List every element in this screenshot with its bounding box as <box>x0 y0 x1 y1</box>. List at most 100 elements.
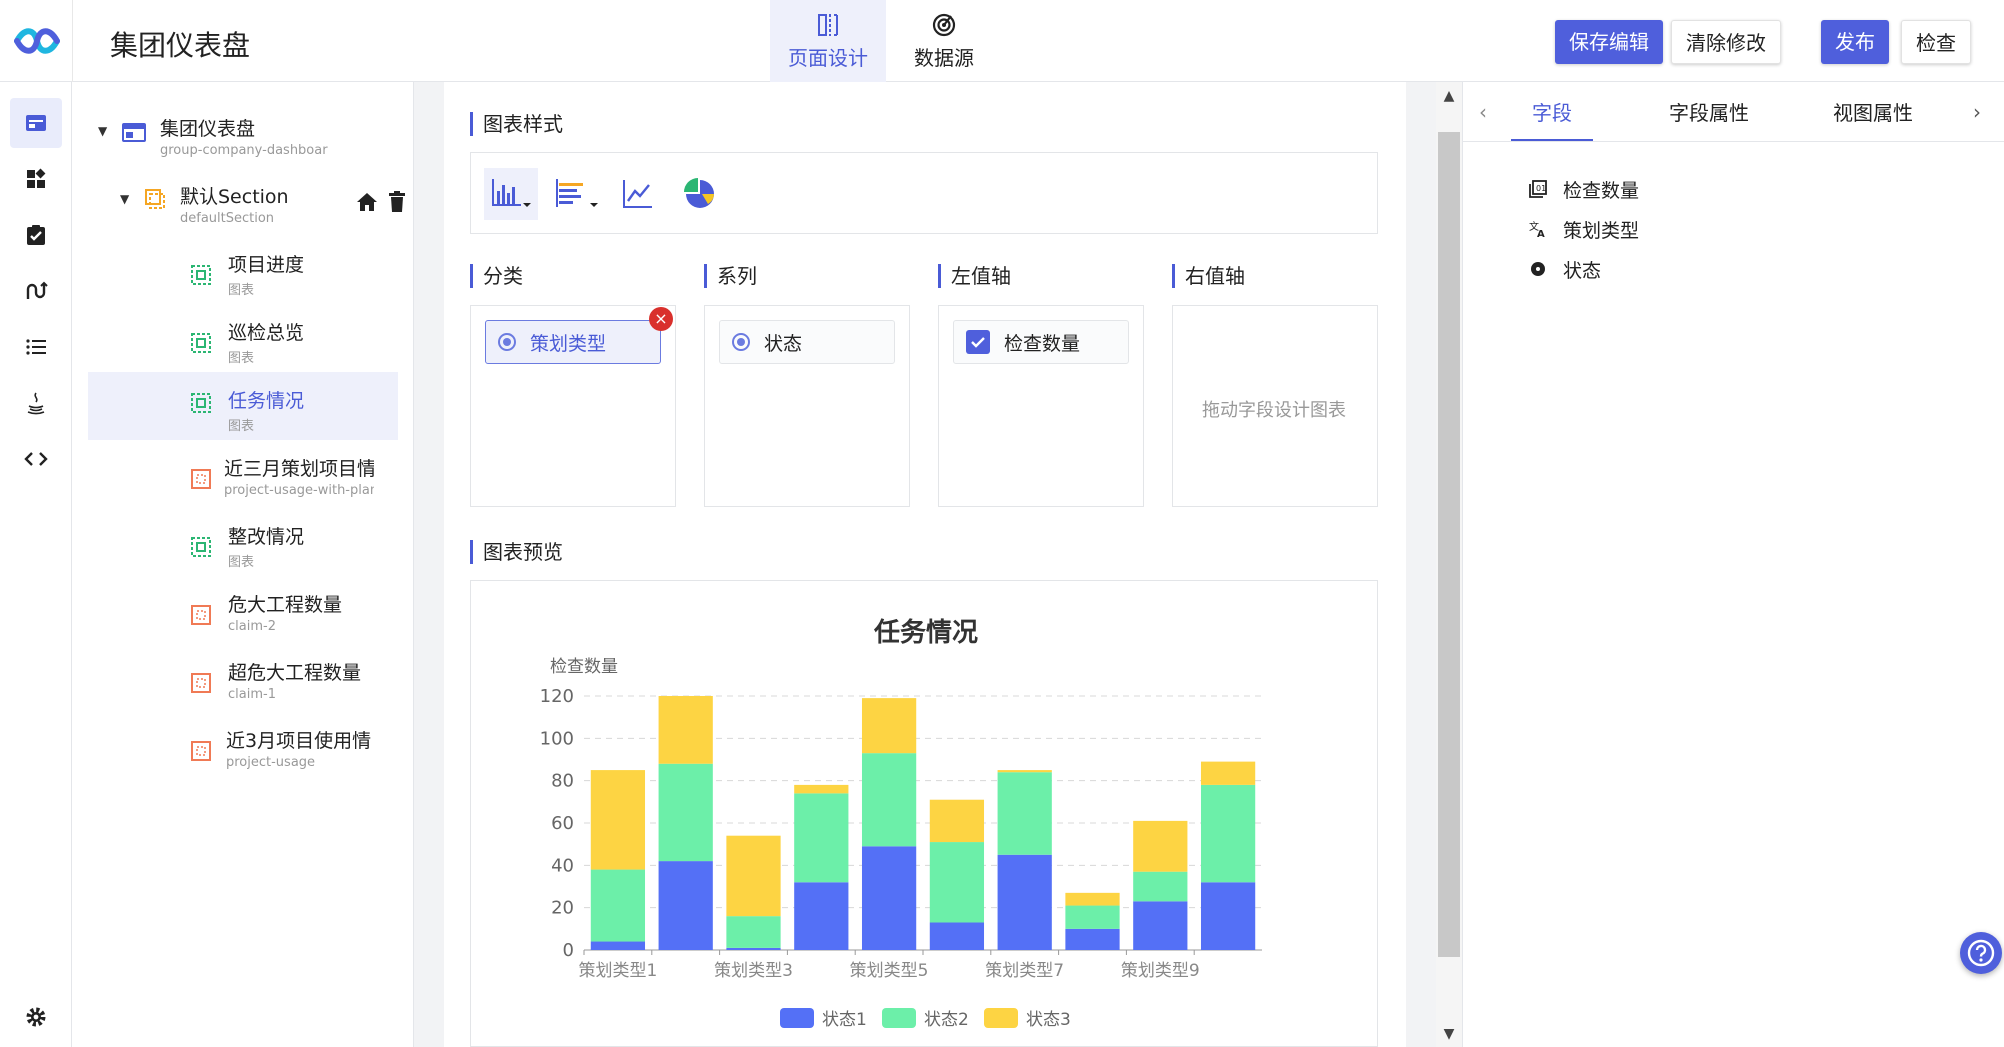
tabs-divider <box>1463 141 2004 142</box>
expand-caret-icon[interactable]: ▼ <box>98 124 107 138</box>
legend-swatch <box>984 1008 1018 1028</box>
chart-style-title: 图表样式 <box>470 112 563 136</box>
tab-field-props[interactable]: 字段属性 <box>1649 82 1769 142</box>
checkbox-checked-icon[interactable] <box>966 330 990 354</box>
y-tick-label: 100 <box>540 728 574 749</box>
horizontal-bar-chart-type-button[interactable] <box>550 168 604 220</box>
category-field-chip[interactable]: 策划类型 <box>485 320 661 364</box>
field-item-plan-type[interactable]: 文A 策划类型 <box>1527 214 1639 244</box>
rail-widgets[interactable] <box>10 154 62 204</box>
y-tick-label: 0 <box>563 940 574 961</box>
legend-label: 状态2 <box>924 1010 969 1030</box>
y-tick-label: 120 <box>540 686 574 707</box>
legend-swatch <box>780 1008 814 1028</box>
tree-item-project-progress[interactable]: 项目进度 图表 <box>72 250 412 304</box>
delete-icon[interactable] <box>388 191 406 213</box>
tree-item-task-status[interactable]: 任务情况 图表 <box>88 372 398 440</box>
tree-item-project-usage[interactable]: 近3月项目使用情 project-usage <box>72 726 412 780</box>
legend-label: 状态1 <box>822 1010 867 1030</box>
tree-item-label: 整改情况 <box>228 526 305 548</box>
bar-segment <box>1065 928 1120 950</box>
tab-page-design-label: 页面设计 <box>788 46 868 70</box>
dashboard-page-icon <box>122 123 146 142</box>
left-icon-rail <box>0 82 72 1047</box>
bar-segment <box>794 784 849 794</box>
bar-segment <box>1065 905 1120 929</box>
radio-icon <box>732 333 750 351</box>
x-tick-label: 策划类型3 <box>714 961 793 981</box>
pie-chart-type-button[interactable] <box>678 168 722 220</box>
tab-data-source[interactable]: 数据源 <box>886 0 1002 82</box>
app-logo-icon[interactable] <box>14 24 60 58</box>
chart-type-box <box>470 152 1378 234</box>
tab-view-props[interactable]: 视图属性 <box>1813 82 1933 142</box>
status-dot-icon <box>1531 262 1545 276</box>
rail-code[interactable] <box>10 434 62 484</box>
translate-field-icon: 文A <box>1529 220 1545 238</box>
right-gutter <box>1406 82 1438 1047</box>
home-icon[interactable] <box>356 192 378 212</box>
tab-fields[interactable]: 字段 <box>1511 82 1593 142</box>
remove-field-icon[interactable]: × <box>649 307 673 331</box>
table-widget-icon <box>191 469 211 489</box>
save-edit-button[interactable]: 保存编辑 <box>1555 20 1663 64</box>
tree-item-rectification[interactable]: 整改情况 图表 <box>72 522 412 576</box>
bar-segment <box>1133 871 1188 902</box>
tabs-prev-icon[interactable]: ‹ <box>1479 100 1487 124</box>
tree-root-sub: group-company-dashboar <box>160 143 328 158</box>
svg-text:01: 01 <box>1536 184 1546 193</box>
y-tick-label: 60 <box>551 813 574 834</box>
bar-segment <box>794 793 849 883</box>
legend-swatch <box>882 1008 916 1028</box>
bar-segment <box>1133 901 1188 950</box>
rail-list[interactable] <box>10 322 62 372</box>
tab-page-design[interactable]: 页面设计 <box>770 0 886 82</box>
bar-segment <box>929 799 985 843</box>
rail-settings[interactable] <box>10 992 62 1042</box>
tree-item-sub: 图表 <box>228 555 255 570</box>
y-tick-label: 20 <box>551 898 574 919</box>
rail-dashboard[interactable] <box>10 98 62 148</box>
bar-chart-type-button[interactable] <box>484 168 538 220</box>
field-item-status[interactable]: 状态 <box>1527 254 1601 284</box>
publish-button[interactable]: 发布 <box>1821 20 1889 64</box>
tree-item-super-dangerous-works[interactable]: 超危大工程数量 claim-1 <box>72 658 412 712</box>
series-field-chip[interactable]: 状态 <box>719 320 895 364</box>
tree-item-patrol-overview[interactable]: 巡检总览 图表 <box>72 318 412 372</box>
tabs-next-icon[interactable]: › <box>1973 100 1981 124</box>
rail-java[interactable] <box>10 378 62 428</box>
bar-chart-icon <box>492 179 531 207</box>
line-chart-type-button[interactable] <box>616 168 660 220</box>
scroll-up-icon[interactable]: ▲ <box>1436 84 1462 108</box>
stacked-bar-chart: 0 20 40 60 80 100 120 策划类型1 策划类型3 策划类型5 策划类型7 策划类型9… <box>540 686 1262 1030</box>
tree-item-dangerous-works[interactable]: 危大工程数量 claim-2 <box>72 590 412 644</box>
x-tick-label: 策划类型7 <box>985 961 1064 981</box>
top-header: 集团仪表盘 页面设计 数据源 保存编辑 清除修改 发布 检查 <box>0 0 2004 82</box>
bar-segment <box>658 696 713 764</box>
left-axis-field-chip[interactable]: 检查数量 <box>953 320 1129 364</box>
tree-item-sub: 图表 <box>228 283 255 298</box>
rail-flow[interactable] <box>10 266 62 316</box>
table-widget-icon <box>191 673 211 693</box>
bar-segment <box>590 941 646 950</box>
help-button[interactable] <box>1960 932 2002 974</box>
bar-segment <box>997 770 1052 773</box>
bar-segment <box>1200 882 1256 950</box>
field-item-check-count[interactable]: 01 检查数量 <box>1527 174 1639 204</box>
clear-changes-button[interactable]: 清除修改 <box>1671 20 1781 64</box>
scrollbar-thumb[interactable] <box>1438 132 1460 957</box>
tree-item-plan-usage[interactable]: 近三月策划项目情 project-usage-with-plan <box>72 454 412 508</box>
expand-caret-icon[interactable]: ▼ <box>120 192 129 206</box>
tree-item-sub: claim-1 <box>228 687 276 702</box>
tree-item-label: 任务情况 <box>228 390 305 412</box>
code-icon <box>24 452 48 466</box>
scroll-down-icon[interactable]: ▼ <box>1436 1022 1462 1046</box>
tree-item-sub: project-usage-with-plan <box>224 483 374 498</box>
check-button[interactable]: 检查 <box>1901 20 1971 64</box>
rail-checklist[interactable] <box>10 210 62 260</box>
bar-segment <box>658 861 713 950</box>
tree-section[interactable]: ▼ 默认Section defaultSection <box>120 182 420 232</box>
bar-segment <box>929 842 985 923</box>
tree-root[interactable]: ▼ 集团仪表盘 group-company-dashboar <box>92 114 392 164</box>
widgets-icon <box>27 168 46 188</box>
